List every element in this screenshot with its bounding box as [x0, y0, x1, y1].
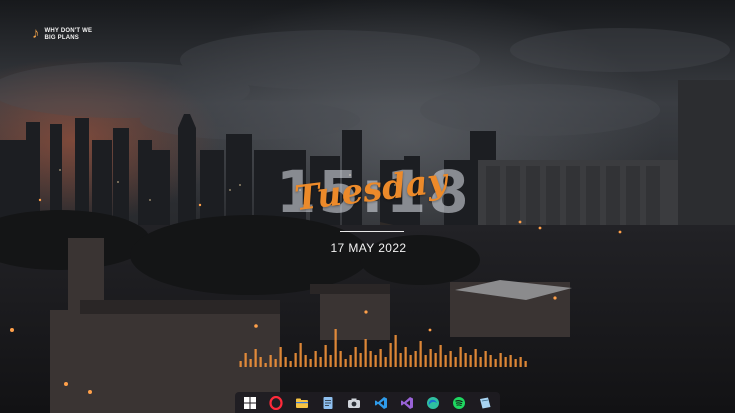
visualizer-bar	[519, 357, 522, 367]
visual-studio-icon[interactable]	[399, 395, 415, 411]
visualizer-bar	[499, 353, 502, 367]
visualizer-bar	[504, 357, 507, 367]
clock-divider	[340, 231, 404, 232]
visualizer-bar	[419, 341, 422, 367]
track-title: WHY DON'T WE BIG PLANS	[44, 28, 93, 41]
visualizer-bar	[384, 357, 387, 367]
notes-icon[interactable]	[477, 395, 493, 411]
visualizer-bar	[369, 351, 372, 367]
visualizer-bar	[279, 347, 282, 367]
visualizer-bar	[269, 355, 272, 367]
visualizer-bar	[314, 351, 317, 367]
music-note-icon: ♪	[32, 25, 40, 42]
visualizer-bar	[489, 355, 492, 367]
visualizer-bar	[304, 355, 307, 367]
visualizer-bar	[239, 361, 242, 367]
visualizer-bar	[479, 357, 482, 367]
visualizer-bar	[274, 359, 277, 367]
vscode-icon[interactable]	[373, 395, 389, 411]
visualizer-bar	[329, 355, 332, 367]
visualizer-bar	[339, 351, 342, 367]
opera-icon[interactable]	[268, 395, 284, 411]
visualizer-bar	[524, 361, 527, 367]
clock-widget: 15:18 Tuesday	[276, 160, 469, 224]
notepad-icon[interactable]	[320, 395, 336, 411]
visualizer-bar	[404, 347, 407, 367]
windows-start-icon[interactable]	[242, 395, 258, 411]
visualizer-bar	[259, 357, 262, 367]
visualizer-bar	[429, 349, 432, 367]
visualizer-bar	[349, 355, 352, 367]
visualizer-bar	[439, 345, 442, 367]
audio-visualizer	[239, 329, 527, 367]
visualizer-bar	[249, 359, 252, 367]
visualizer-bar	[459, 347, 462, 367]
visualizer-bar	[309, 359, 312, 367]
visualizer-bar	[294, 353, 297, 367]
visualizer-bar	[244, 353, 247, 367]
visualizer-bar	[444, 355, 447, 367]
camera-icon[interactable]	[346, 395, 362, 411]
visualizer-bar	[284, 357, 287, 367]
visualizer-bar	[514, 359, 517, 367]
visualizer-bar	[449, 351, 452, 367]
visualizer-bar	[319, 357, 322, 367]
spotify-icon[interactable]	[451, 395, 467, 411]
visualizer-bar	[289, 361, 292, 367]
file-explorer-icon[interactable]	[294, 395, 310, 411]
visualizer-bar	[264, 363, 267, 367]
taskbar	[235, 392, 500, 413]
edge-icon[interactable]	[425, 395, 441, 411]
visualizer-bar	[254, 349, 257, 367]
visualizer-bar	[344, 359, 347, 367]
visualizer-bar	[484, 351, 487, 367]
visualizer-bar	[389, 343, 392, 367]
visualizer-bar	[299, 343, 302, 367]
visualizer-bar	[464, 353, 467, 367]
visualizer-bar	[434, 353, 437, 367]
visualizer-bar	[364, 339, 367, 367]
visualizer-bar	[399, 353, 402, 367]
visualizer-bar	[454, 357, 457, 367]
visualizer-bar	[414, 351, 417, 367]
visualizer-bar	[324, 345, 327, 367]
visualizer-bar	[354, 347, 357, 367]
visualizer-bar	[409, 355, 412, 367]
clock-date: 17 MAY 2022	[330, 241, 407, 255]
visualizer-bar	[394, 335, 397, 367]
visualizer-bar	[424, 355, 427, 367]
visualizer-bar	[334, 329, 337, 367]
music-widget[interactable]: ♪ WHY DON'T WE BIG PLANS	[32, 26, 105, 42]
visualizer-bar	[374, 355, 377, 367]
visualizer-bar	[469, 355, 472, 367]
visualizer-bar	[379, 349, 382, 367]
visualizer-bar	[359, 353, 362, 367]
visualizer-bar	[494, 359, 497, 367]
visualizer-bar	[474, 349, 477, 367]
visualizer-bar	[509, 355, 512, 367]
